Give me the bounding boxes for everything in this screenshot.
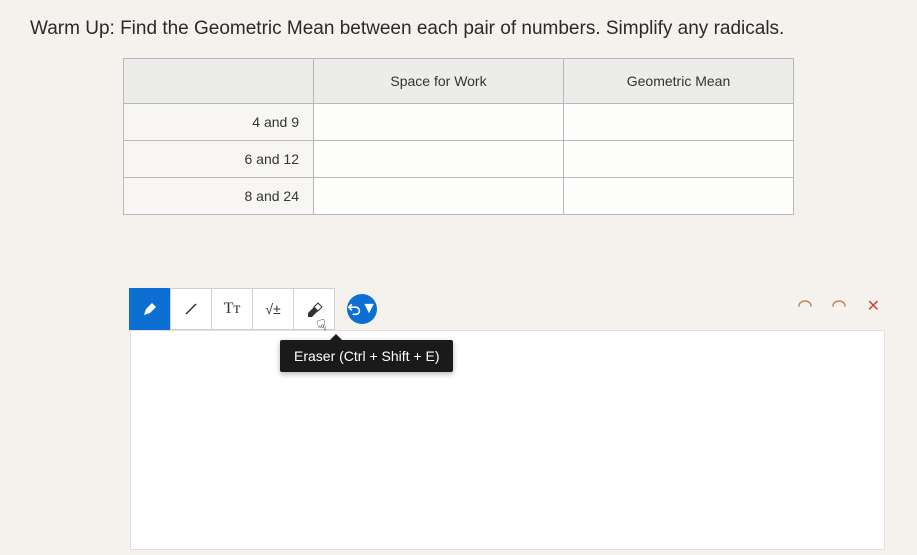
header-pair (124, 59, 314, 104)
undo-history-icon[interactable] (795, 299, 813, 313)
right-controls: ✕ (795, 296, 880, 316)
pair-cell: 6 and 12 (124, 141, 314, 178)
header-work: Space for Work (314, 59, 564, 104)
eraser-icon (305, 300, 323, 318)
mean-cell[interactable] (564, 141, 794, 178)
eraser-tooltip: Eraser (Ctrl + Shift + E) (280, 340, 453, 372)
pen-button[interactable] (129, 288, 171, 330)
table-row: 4 and 9 (124, 104, 794, 141)
undo-icon (347, 301, 361, 317)
math-button[interactable]: √± (252, 288, 294, 330)
pair-cell: 8 and 24 (124, 178, 314, 215)
pair-cell: 4 and 9 (124, 104, 314, 141)
drawing-canvas[interactable] (130, 330, 885, 550)
pen-icon (142, 301, 158, 317)
table-row: 8 and 24 (124, 178, 794, 215)
close-icon[interactable]: ✕ (867, 296, 880, 316)
table-container: Space for Work Geometric Mean 4 and 9 6 … (0, 58, 917, 215)
line-button[interactable] (170, 288, 212, 330)
work-cell[interactable] (314, 104, 564, 141)
text-button[interactable]: Tᴛ (211, 288, 253, 330)
work-cell[interactable] (314, 178, 564, 215)
header-mean: Geometric Mean (564, 59, 794, 104)
eraser-button[interactable] (293, 288, 335, 330)
mean-cell[interactable] (564, 178, 794, 215)
worksheet-table: Space for Work Geometric Mean 4 and 9 6 … (123, 58, 794, 215)
toolbar: Tᴛ √± ▼ ✕ (130, 288, 890, 330)
mean-cell[interactable] (564, 104, 794, 141)
prompt-text: Warm Up: Find the Geometric Mean between… (0, 0, 917, 50)
line-icon (183, 301, 199, 317)
undo-button[interactable]: ▼ (347, 294, 377, 324)
table-row: 6 and 12 (124, 141, 794, 178)
work-cell[interactable] (314, 141, 564, 178)
chevron-down-icon[interactable]: ▼ (361, 300, 377, 318)
redo-history-icon[interactable] (831, 299, 849, 313)
